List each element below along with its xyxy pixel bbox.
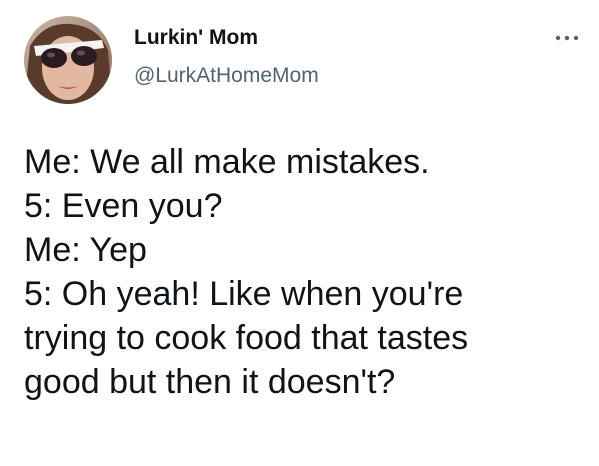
tweet-line: 5: Even you? xyxy=(24,187,223,225)
tweet-line: trying to cook food that tastes xyxy=(24,319,469,357)
tweet-line: Me: Yep xyxy=(24,231,147,269)
tweet-text: Me: We all make mistakes. 5: Even you? M… xyxy=(24,140,584,404)
tweet-line: 5: Oh yeah! Like when you're xyxy=(24,275,464,313)
more-horizontal-icon xyxy=(555,35,579,41)
tweet-line: Me: We all make mistakes. xyxy=(24,143,430,181)
display-name[interactable]: Lurkin' Mom xyxy=(134,26,258,50)
tweet-line: good but then it doesn't? xyxy=(24,363,396,401)
tweet: Lurkin' Mom @LurkAtHomeMom Me: We all ma… xyxy=(0,0,599,466)
avatar-photo xyxy=(24,16,112,104)
avatar[interactable] xyxy=(24,16,112,104)
user-handle[interactable]: @LurkAtHomeMom xyxy=(134,64,319,88)
more-options-button[interactable] xyxy=(551,28,583,48)
